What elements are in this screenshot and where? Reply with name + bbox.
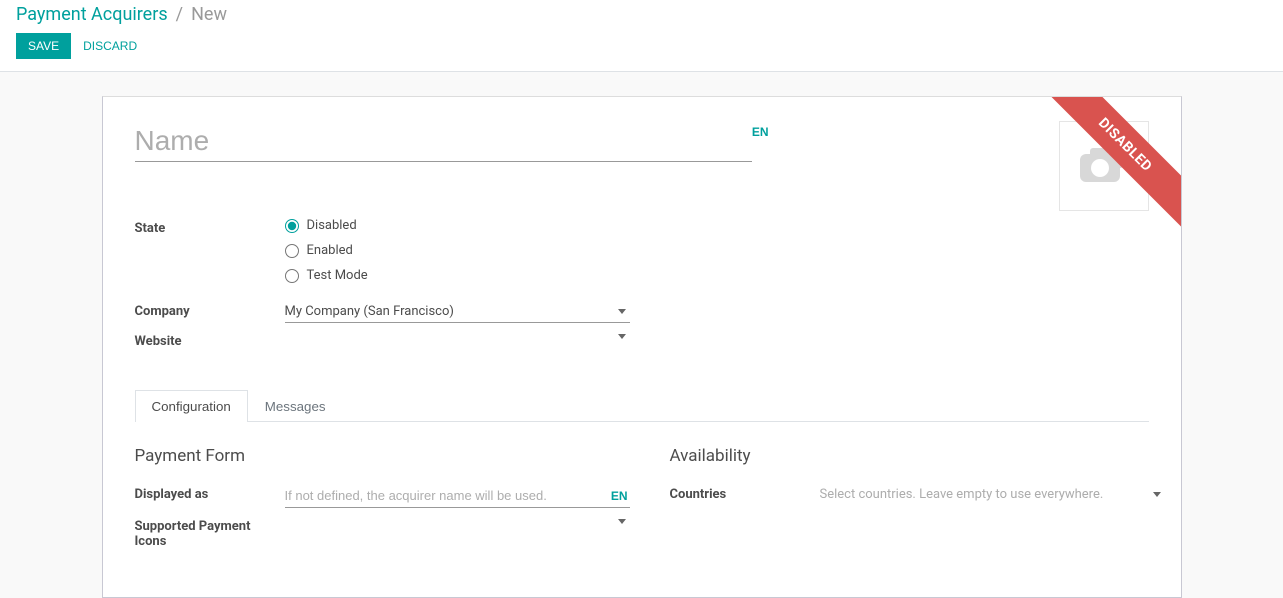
state-option-disabled[interactable]: Disabled — [307, 218, 357, 233]
supported-icons-select[interactable] — [285, 516, 630, 527]
tabs: Configuration Messages — [135, 389, 1149, 422]
chevron-down-icon — [618, 519, 626, 524]
breadcrumb-parent[interactable]: Payment Acquirers — [16, 4, 168, 25]
company-value: My Company (San Francisco) — [285, 304, 618, 319]
countries-select[interactable]: Select countries. Leave empty to use eve… — [820, 484, 1165, 505]
countries-placeholder: Select countries. Leave empty to use eve… — [820, 487, 1153, 502]
payment-form-title: Payment Form — [135, 446, 630, 466]
state-option-enabled[interactable]: Enabled — [307, 243, 353, 258]
form-sheet: DISABLED EN State — [102, 96, 1182, 598]
breadcrumb-current: New — [191, 4, 227, 25]
discard-button[interactable]: Discard — [83, 39, 137, 53]
tab-configuration[interactable]: Configuration — [135, 390, 248, 422]
name-language-button[interactable]: EN — [746, 121, 775, 143]
state-radio-enabled[interactable] — [285, 244, 299, 258]
state-option-test[interactable]: Test Mode — [307, 268, 368, 283]
chevron-down-icon — [1153, 492, 1161, 497]
displayed-as-label: Displayed as — [135, 484, 285, 502]
displayed-as-language-button[interactable]: EN — [609, 489, 630, 503]
chevron-down-icon — [618, 309, 626, 314]
tab-configuration-content: Payment Form Displayed as EN Supported P… — [135, 422, 1149, 557]
state-radio-test[interactable] — [285, 269, 299, 283]
form-canvas: DISABLED EN State — [0, 72, 1283, 598]
website-label: Website — [135, 331, 285, 349]
save-button[interactable]: Save — [16, 33, 71, 59]
tab-messages[interactable]: Messages — [248, 390, 343, 422]
displayed-as-input[interactable] — [285, 484, 609, 507]
availability-title: Availability — [670, 446, 1165, 466]
breadcrumb: Payment Acquirers / New — [16, 0, 1267, 33]
breadcrumb-separator: / — [176, 4, 183, 25]
chevron-down-icon — [618, 334, 626, 339]
website-select[interactable] — [285, 331, 630, 342]
state-radio-disabled[interactable] — [285, 219, 299, 233]
countries-label: Countries — [670, 484, 820, 502]
supported-icons-label: Supported Payment Icons — [135, 516, 285, 549]
name-input[interactable] — [135, 121, 752, 162]
company-select[interactable]: My Company (San Francisco) — [285, 301, 630, 323]
state-label: State — [135, 218, 285, 236]
header: Payment Acquirers / New Save Discard — [0, 0, 1283, 72]
company-label: Company — [135, 301, 285, 319]
toolbar: Save Discard — [16, 33, 1267, 71]
